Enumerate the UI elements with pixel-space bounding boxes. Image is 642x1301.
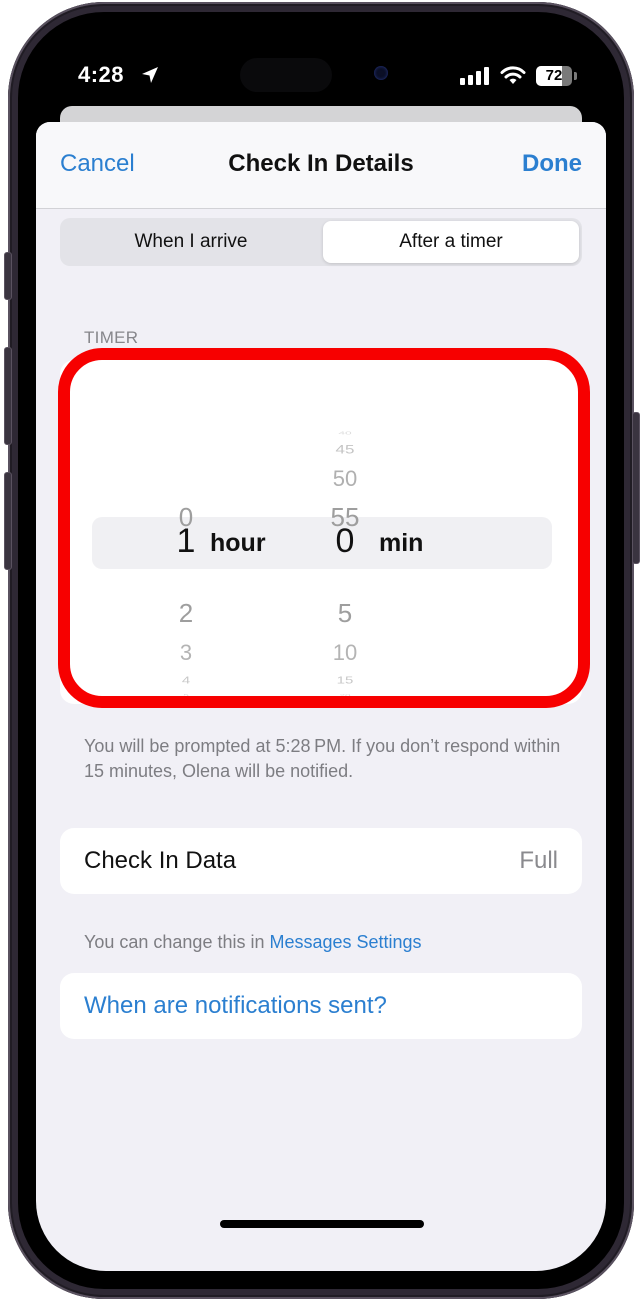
battery-icon: 72 [536,66,572,86]
segment-after-a-timer[interactable]: After a timer [323,221,579,263]
check-in-details-sheet: Cancel Check In Details Done When I arri… [36,122,606,1271]
timer-section-label: TIMER [84,328,139,347]
wifi-icon [500,66,526,84]
segment-when-i-arrive[interactable]: When I arrive [63,221,319,263]
trigger-segmented-control: When I arrive After a timer [60,218,582,266]
page-title: Check In Details [228,150,414,177]
check-in-data-row[interactable]: Check In Data Full [60,828,582,894]
battery-percent: 72 [545,67,563,84]
note-text: You can change this in [84,932,270,952]
cellular-signal-icon [460,67,489,85]
home-indicator[interactable] [220,1220,424,1228]
screen: 4:28 72 Cancel Check In Details Done Whe… [36,30,606,1271]
location-arrow-icon [142,67,158,83]
battery-tip [574,72,577,80]
dynamic-island [240,58,332,92]
notifications-info-row[interactable]: When are notifications sent? [60,973,582,1039]
done-button[interactable]: Done [522,150,582,178]
notifications-info-link[interactable]: When are notifications sent? [84,992,387,1020]
volume-up-button [4,347,12,445]
power-button [632,412,640,564]
action-button [4,252,12,300]
messages-settings-link[interactable]: Messages Settings [269,932,421,952]
annotation-highlight-box [58,348,590,708]
nav-bar: Cancel Check In Details Done [36,122,606,209]
camera-icon [374,66,388,80]
check-in-data-label: Check In Data [84,847,237,874]
check-in-data-note: You can change this in Messages Settings [84,932,422,953]
status-time: 4:28 [78,62,125,87]
check-in-data-value: Full [519,847,558,874]
timer-footnote: You will be prompted at 5:28 PM. If you … [84,736,561,781]
volume-down-button [4,472,12,570]
